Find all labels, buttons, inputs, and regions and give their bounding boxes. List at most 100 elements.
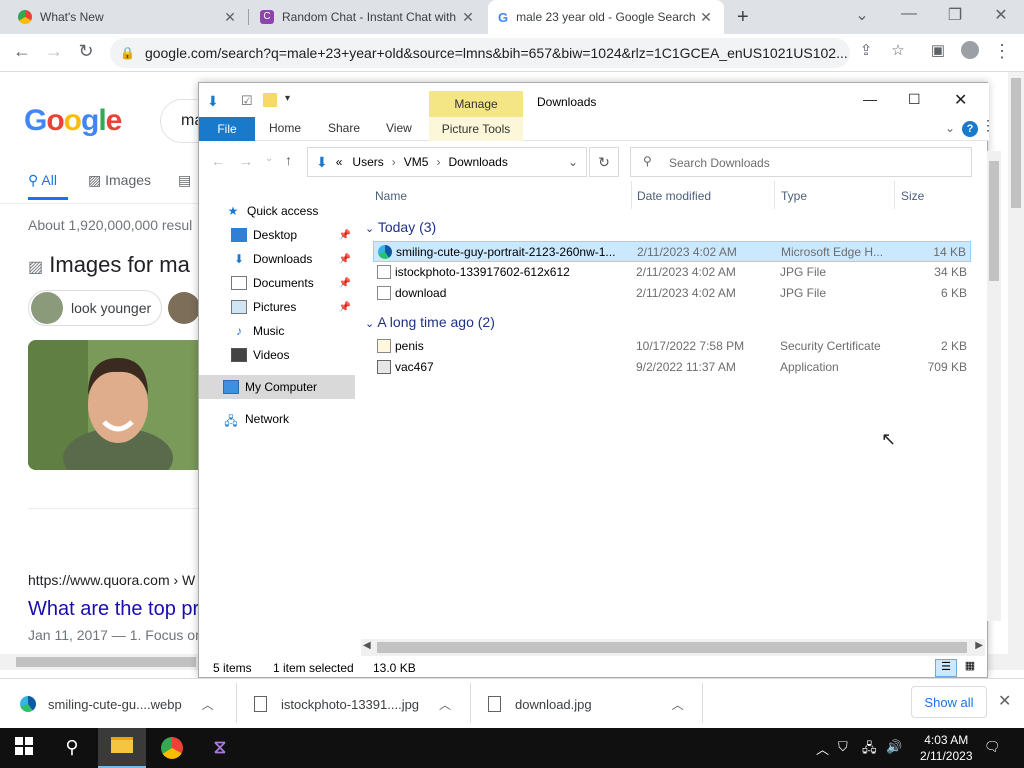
manage-contextual-tab[interactable]: Manage — [429, 91, 523, 117]
back-arrow-icon[interactable]: ← — [10, 41, 34, 62]
download-arrow-icon[interactable]: ⬇ — [207, 93, 219, 110]
ribbon-picture-tools-tab[interactable]: Picture Tools — [429, 117, 523, 141]
breadcrumb-vm5[interactable]: VM5 — [404, 155, 429, 169]
close-tab-icon[interactable]: ✕ — [222, 9, 238, 26]
chevron-up-icon[interactable]: ︿ — [439, 696, 451, 713]
nav-network[interactable]: 🖧 Network — [199, 407, 355, 431]
network-icon[interactable]: 🖧 — [862, 739, 877, 761]
nav-downloads[interactable]: ⬇ Downloads 📌 — [199, 247, 355, 271]
forward-arrow-icon[interactable]: → — [42, 41, 66, 62]
refine-chip-thumbnail[interactable] — [168, 292, 198, 324]
nav-videos[interactable]: Videos — [199, 343, 355, 367]
scroll-thumb[interactable] — [377, 642, 967, 653]
close-window-icon[interactable]: ✕ — [989, 5, 1013, 25]
expand-ribbon-icon[interactable]: ⌄ — [945, 121, 955, 135]
security-icon[interactable]: ⛉ — [838, 739, 848, 755]
more-options-icon[interactable]: ⋮ — [981, 117, 995, 134]
column-header-date-modified[interactable]: Date modified — [637, 189, 711, 203]
properties-icon[interactable]: ☑ — [241, 93, 253, 109]
nav-quick-access[interactable]: ★ Quick access — [199, 199, 355, 223]
breadcrumb-downloads[interactable]: Downloads — [448, 155, 507, 169]
explorer-search-box[interactable]: ⚲ Search Downloads — [630, 147, 972, 177]
volume-icon[interactable]: 🔊 — [886, 739, 902, 755]
forward-arrow-icon[interactable]: → — [239, 153, 253, 169]
up-arrow-icon[interactable]: ↑ — [285, 152, 292, 168]
google-logo[interactable]: Google — [24, 104, 122, 138]
ribbon-view-tab[interactable]: View — [386, 121, 412, 135]
tab-whats-new[interactable]: What's New ✕ — [8, 0, 248, 34]
refine-chip-look-younger[interactable]: look younger — [28, 290, 163, 326]
chrome-menu-icon[interactable]: ⋮ — [990, 41, 1014, 62]
close-tab-icon[interactable]: ✕ — [698, 9, 714, 26]
pin-icon[interactable]: 📌 — [339, 302, 351, 313]
chevron-up-icon[interactable]: ︿ — [202, 696, 214, 713]
search-icon[interactable]: ⚲ — [48, 728, 96, 768]
tab-random-chat[interactable]: C Random Chat - Instant Chat with ✕ — [250, 0, 486, 34]
minimize-icon[interactable]: — — [863, 91, 877, 107]
tab-news[interactable]: ▤ — [178, 172, 191, 189]
explorer-address-bar[interactable]: ⬇ « Users › VM5 › Downloads ⌄ — [307, 147, 587, 177]
column-divider[interactable] — [774, 181, 775, 209]
file-row[interactable]: download 2/11/2023 4:02 AM JPG File 6 KB — [373, 283, 971, 304]
download-item[interactable]: download.jpg ︿ — [488, 679, 684, 729]
address-bar[interactable]: 🔒 google.com/search?q=male+23+year+old&s… — [110, 38, 850, 68]
nav-pictures[interactable]: Pictures 📌 — [199, 295, 355, 319]
file-row[interactable]: smiling-cute-guy-portrait-2123-260nw-1..… — [373, 241, 971, 262]
tab-images[interactable]: ▨ Images — [88, 172, 151, 189]
result-title-link[interactable]: What are the top pr — [28, 598, 198, 621]
page-vertical-scrollbar[interactable] — [1008, 72, 1024, 654]
scroll-right-icon[interactable]: ▶ — [975, 640, 983, 651]
ribbon-share-tab[interactable]: Share — [328, 121, 360, 135]
bookmark-star-icon[interactable]: ☆ — [886, 41, 910, 59]
vertical-scrollbar[interactable] — [987, 151, 1001, 621]
maximize-icon[interactable]: ☐ — [908, 91, 921, 108]
google-search-box[interactable]: ma — [160, 99, 198, 143]
tab-google-search[interactable]: G male 23 year old - Google Search ✕ — [488, 0, 724, 34]
notifications-icon[interactable]: 🗨 — [984, 739, 1001, 755]
pin-icon[interactable]: 📌 — [339, 254, 351, 265]
share-icon[interactable]: ⇪ — [854, 41, 878, 59]
tab-search-icon[interactable]: ⌄ — [850, 5, 874, 25]
restore-icon[interactable]: ❐ — [943, 5, 967, 25]
close-window-icon[interactable]: ✕ — [954, 90, 967, 110]
visual-studio-icon[interactable]: ⧖ — [196, 728, 244, 768]
customize-quick-access-icon[interactable]: ▾ — [285, 93, 290, 104]
nav-my-computer[interactable]: My Computer — [199, 375, 355, 399]
breadcrumb-overflow[interactable]: « — [336, 155, 343, 169]
file-row[interactable]: penis 10/17/2022 7:58 PM Security Certif… — [373, 336, 971, 357]
chrome-icon[interactable] — [148, 728, 196, 768]
recent-locations-icon[interactable]: ⌄ — [265, 153, 273, 164]
nav-music[interactable]: ♪ Music — [199, 319, 355, 343]
column-header-type[interactable]: Type — [781, 189, 807, 203]
help-icon[interactable]: ? — [962, 121, 978, 137]
column-divider[interactable] — [631, 181, 632, 209]
download-item[interactable]: istockphoto-13391....jpg ︿ — [254, 679, 451, 729]
details-view-icon[interactable]: ☰ — [935, 659, 957, 677]
chevron-up-icon[interactable]: ︿ — [672, 696, 684, 713]
column-header-size[interactable]: Size — [901, 189, 924, 203]
scroll-left-icon[interactable]: ◀ — [363, 640, 371, 651]
back-arrow-icon[interactable]: ← — [211, 153, 225, 169]
column-divider[interactable] — [894, 181, 895, 209]
show-all-button[interactable]: Show all — [911, 686, 987, 718]
close-downloads-bar-icon[interactable]: ✕ — [998, 691, 1011, 711]
nav-documents[interactable]: Documents 📌 — [199, 271, 355, 295]
breadcrumb-users[interactable]: Users — [352, 155, 383, 169]
chevron-down-icon[interactable]: ⌄ — [568, 155, 578, 169]
pin-icon[interactable]: 📌 — [339, 278, 351, 289]
scroll-thumb[interactable] — [989, 161, 999, 281]
file-row[interactable]: istockphoto-133917602-612x612 2/11/2023 … — [373, 262, 971, 283]
minimize-icon[interactable]: — — [897, 5, 921, 23]
profile-avatar-icon[interactable] — [958, 41, 982, 64]
tab-all[interactable]: ⚲ All — [28, 172, 57, 189]
group-header-long-time-ago[interactable]: ⌄ A long time ago (2) — [365, 314, 495, 330]
windows-start-icon[interactable] — [0, 728, 48, 768]
refresh-icon[interactable]: ↻ — [589, 147, 619, 177]
reload-icon[interactable]: ↻ — [74, 41, 98, 62]
download-item[interactable]: smiling-cute-gu....webp ︿ — [20, 679, 214, 729]
new-tab-button[interactable]: + — [737, 6, 749, 29]
taskbar-clock[interactable]: 4:03 AM 2/11/2023 — [920, 732, 973, 764]
group-header-today[interactable]: ⌄ Today (3) — [365, 219, 520, 235]
side-panel-icon[interactable]: ▣ — [926, 41, 950, 59]
chevron-up-icon[interactable]: ︿ — [816, 739, 829, 758]
